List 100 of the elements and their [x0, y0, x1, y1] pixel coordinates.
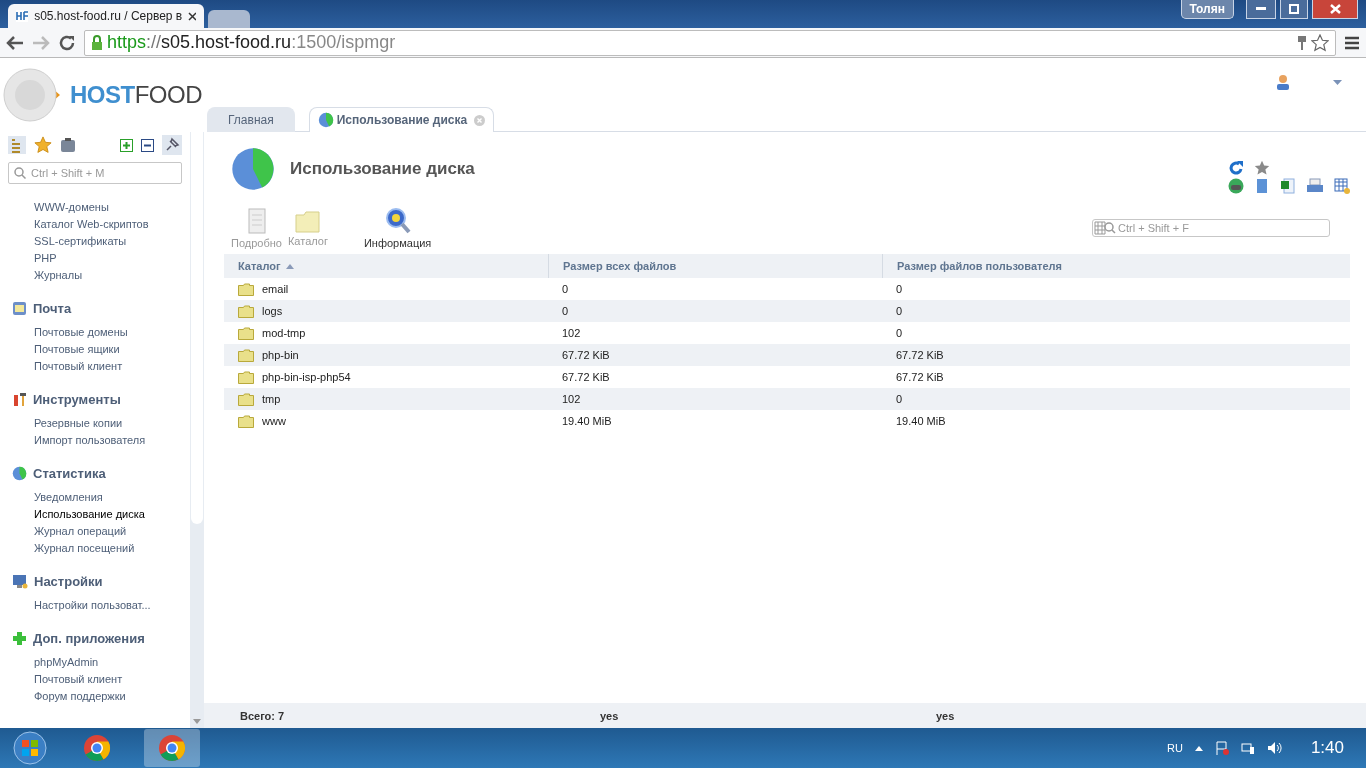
sidebar-item[interactable]: PHP: [8, 250, 182, 267]
back-icon[interactable]: [6, 34, 24, 51]
folder-icon: [238, 392, 254, 406]
table-cell-text: 102: [561, 393, 582, 405]
close-icon: [1329, 4, 1341, 14]
sidebar-item[interactable]: Почтовый клиент: [8, 671, 182, 688]
footer-text: Всего: 7: [240, 709, 286, 722]
minimize-button[interactable]: [1246, 0, 1276, 19]
collapse-icon[interactable]: [141, 138, 154, 152]
language-indicator[interactable]: RU: [1167, 742, 1183, 754]
folder-name[interactable]: www: [262, 415, 286, 427]
sidebar-item[interactable]: WWW-домены: [8, 199, 182, 216]
table-cell-text: 0: [561, 283, 570, 295]
pin-icon[interactable]: [162, 135, 182, 155]
sidebar-item[interactable]: Использование диска: [8, 506, 182, 523]
pie-chart-icon: [230, 146, 276, 192]
refresh-icon[interactable]: [1228, 160, 1244, 176]
expand-icon[interactable]: [120, 138, 133, 152]
key-icon[interactable]: [1297, 34, 1307, 51]
close-icon[interactable]: [188, 11, 196, 21]
sidebar-item[interactable]: Настройки пользоват...: [8, 597, 182, 614]
folder-icon: [238, 370, 254, 384]
column-header[interactable]: Каталог: [224, 254, 548, 278]
link-icon[interactable]: [1228, 178, 1244, 194]
search-icon: [14, 167, 26, 179]
table-cell-text: 0: [895, 283, 904, 295]
table-cell-text: 67.72 KiB: [895, 349, 945, 361]
sidebar-item[interactable]: SSL-сертификаты: [8, 233, 182, 250]
folder-name[interactable]: tmp: [262, 393, 281, 405]
table-cell-text: 19.40 MiB: [895, 415, 947, 427]
sidebar-item[interactable]: Почтовые домены: [8, 324, 182, 341]
sidebar-item[interactable]: Журналы: [8, 267, 182, 284]
sidebar-item[interactable]: Резервные копии: [8, 415, 182, 432]
logo-text: HOSTFOOD: [70, 81, 202, 109]
table-cell-text: 67.72 KiB: [561, 349, 611, 361]
close-button[interactable]: [1312, 0, 1358, 19]
sidebar-item[interactable]: Журнал посещений: [8, 540, 182, 557]
folder-icon: [238, 282, 254, 296]
sidebar-item[interactable]: Уведомления: [8, 489, 182, 506]
spreadsheet-icon[interactable]: [1280, 178, 1296, 194]
start-button[interactable]: [13, 731, 47, 765]
folder-icon: [238, 326, 254, 340]
folder-icon: [238, 348, 254, 362]
table-cell-text: 0: [895, 327, 904, 339]
folder-name[interactable]: php-bin-isp-php54: [262, 371, 351, 383]
address-bar[interactable]: https://s05.host-food.ru:1500/ispmgr: [84, 29, 1336, 56]
sidebar-item[interactable]: Форум поддержки: [8, 688, 182, 705]
group-title[interactable]: Доп. приложения: [33, 631, 145, 646]
table-search-icon: [1094, 221, 1116, 235]
tools-icon: [12, 392, 27, 407]
search-field[interactable]: Ctrl + Shift + M: [8, 162, 182, 184]
browser-icon[interactable]: [158, 734, 186, 762]
table-cell-text: 0: [561, 305, 570, 317]
sidebar-item[interactable]: Почтовый клиент: [8, 358, 182, 375]
folder-icon: [238, 414, 254, 428]
pie-chart-icon: [317, 112, 334, 128]
star-icon[interactable]: [34, 136, 52, 154]
profile-button[interactable]: Толян: [1180, 0, 1234, 19]
user-icon[interactable]: [1275, 74, 1291, 90]
volume-icon[interactable]: [1266, 741, 1283, 755]
table-settings-icon[interactable]: [1334, 178, 1350, 194]
tree-icon[interactable]: [8, 136, 26, 154]
star-icon[interactable]: [1311, 33, 1329, 52]
menu-icon[interactable]: [1344, 35, 1360, 50]
page-tab[interactable]: Использование диска: [308, 107, 495, 132]
monitor-icon: [12, 574, 28, 589]
group-title[interactable]: Настройки: [34, 574, 103, 589]
sidebar-item[interactable]: Импорт пользователя: [8, 432, 182, 449]
page-tab[interactable]: Главная: [207, 107, 295, 132]
document-icon[interactable]: [1254, 178, 1270, 194]
clipboard-icon[interactable]: [60, 137, 76, 153]
table-cell-text: 67.72 KiB: [895, 371, 945, 383]
scroll-down-icon[interactable]: [193, 719, 201, 724]
minimize-icon: [1256, 7, 1266, 11]
network-icon[interactable]: [1240, 741, 1255, 755]
sidebar-item[interactable]: phpMyAdmin: [8, 654, 182, 671]
sidebar-item[interactable]: Почтовые ящики: [8, 341, 182, 358]
group-title[interactable]: Статистика: [33, 466, 106, 481]
url-text: https://s05.host-food.ru:1500/ispmgr: [107, 32, 396, 53]
filter-field[interactable]: Ctrl + Shift + F: [1092, 219, 1330, 237]
star-icon[interactable]: [1254, 160, 1270, 176]
tray-arrow-icon[interactable]: [1194, 745, 1203, 751]
folder-name[interactable]: mod-tmp: [262, 327, 306, 339]
clock[interactable]: 1:40: [1310, 738, 1344, 758]
group-title[interactable]: Инструменты: [33, 392, 121, 407]
sidebar-item[interactable]: Журнал операций: [8, 523, 182, 540]
folder-name[interactable]: php-bin: [262, 349, 299, 361]
sidebar-item[interactable]: Каталог Web-скриптов: [8, 216, 182, 233]
browser-icon[interactable]: [83, 734, 111, 762]
flag-icon[interactable]: [1214, 741, 1229, 755]
browser-tab[interactable]: s05.host-food.ru / Сервер в: [8, 4, 204, 28]
print-icon[interactable]: [1306, 178, 1324, 194]
folder-name[interactable]: email: [262, 283, 289, 295]
maximize-button[interactable]: [1280, 0, 1308, 19]
table-cell-text: 0: [895, 305, 904, 317]
dropdown-caret-icon[interactable]: [1333, 79, 1342, 85]
toolbar-button[interactable]: Информация: [360, 207, 435, 249]
folder-name[interactable]: logs: [262, 305, 283, 317]
reload-icon[interactable]: [58, 33, 76, 52]
group-title[interactable]: Почта: [33, 301, 72, 316]
